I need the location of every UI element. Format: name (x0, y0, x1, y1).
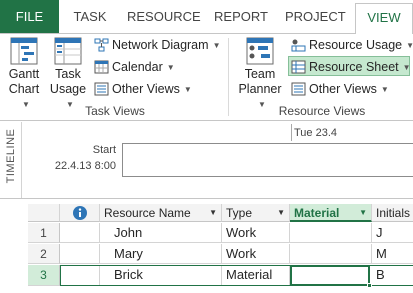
network-diagram-icon (94, 38, 109, 52)
cell-initials[interactable]: J (372, 223, 413, 243)
fill-handle[interactable] (367, 283, 372, 288)
resource-sheet-button[interactable]: Resource Sheet ▼ (288, 56, 411, 76)
timeline-side-label: TIMELINE (5, 128, 17, 184)
calendar-label: Calendar (112, 60, 163, 74)
task-usage-icon (54, 37, 82, 65)
tab-task[interactable]: TASK (70, 0, 110, 33)
group-separator (228, 38, 229, 116)
chevron-down-icon: ▼ (183, 85, 192, 94)
cell-material[interactable] (290, 223, 372, 243)
row-number[interactable]: 2 (28, 244, 60, 264)
network-diagram-label: Network Diagram (112, 38, 209, 52)
team-planner-label-1: Team (244, 67, 276, 81)
ribbon-tabbar: FILE TASK RESOURCE REPORT PROJECT VIEW (0, 0, 413, 34)
tab-report[interactable]: REPORT (212, 0, 270, 33)
tab-project[interactable]: PROJECT (285, 0, 346, 33)
row-number[interactable]: 1 (28, 223, 60, 243)
timeline-date-tick (291, 124, 292, 141)
resource-sheet-grid: Resource Name ▼ Type ▼ Material ▼ Initia… (0, 198, 413, 293)
filter-arrow-icon[interactable]: ▼ (209, 204, 217, 221)
cell-initials[interactable]: M (372, 244, 413, 264)
filter-arrow-icon[interactable]: ▼ (277, 204, 285, 221)
resource-other-views-button[interactable]: Other Views ▼ (289, 79, 389, 99)
cell-resource-name[interactable]: Brick (100, 265, 222, 286)
timeline-date-marker: Tue 23.4 (294, 127, 338, 139)
column-header-material-label: Material (294, 206, 340, 220)
ribbon-body: Gantt Chart▼ Task Usage▼ Network Diagram… (0, 33, 413, 121)
cell-resource-name[interactable]: John (100, 223, 222, 243)
cell-material[interactable] (290, 244, 372, 264)
task-usage-label-1: Task (55, 67, 81, 81)
timeline-start-date: 22.4.13 8:00 (54, 160, 116, 172)
column-header-resource-name-label: Resource Name (104, 206, 191, 220)
column-header-initials[interactable]: Initials (372, 204, 413, 222)
column-header-type[interactable]: Type ▼ (222, 204, 290, 222)
resource-sheet-label: Resource Sheet (309, 60, 399, 74)
gantt-chart-button[interactable]: Gantt Chart▼ (4, 37, 44, 112)
task-usage-button[interactable]: Task Usage▼ (48, 37, 88, 112)
chevron-down-icon: ▼ (380, 85, 389, 94)
resource-usage-button[interactable]: Resource Usage ▼ (289, 35, 413, 55)
cell-resource-name[interactable]: Mary (100, 244, 222, 264)
grid-corner-header (28, 204, 60, 222)
tab-file[interactable]: FILE (0, 0, 59, 33)
indicators-column-header[interactable] (60, 204, 100, 222)
column-header-material[interactable]: Material ▼ (290, 204, 372, 222)
cell-type[interactable]: Work (222, 223, 290, 243)
chevron-down-icon: ▼ (402, 63, 411, 72)
tab-resource[interactable]: RESOURCE (127, 0, 201, 33)
indicator-cell[interactable] (60, 265, 100, 286)
team-planner-button[interactable]: Team Planner▼ (236, 37, 284, 112)
network-diagram-button[interactable]: Network Diagram ▼ (92, 35, 220, 55)
row-number[interactable]: 3 (28, 265, 60, 286)
team-planner-icon (246, 37, 274, 65)
resource-usage-icon (291, 39, 306, 52)
chevron-down-icon: ▼ (406, 41, 413, 50)
filter-arrow-icon[interactable]: ▼ (359, 204, 367, 220)
cell-material-active[interactable] (290, 265, 370, 286)
timeline-bar[interactable] (122, 143, 413, 177)
task-other-views-button[interactable]: Other Views ▼ (92, 79, 192, 99)
indicator-cell[interactable] (60, 223, 100, 243)
resource-views-group-label: Resource Views (278, 104, 366, 118)
indicator-cell[interactable] (60, 244, 100, 264)
column-header-resource-name[interactable]: Resource Name ▼ (100, 204, 222, 222)
chevron-down-icon: ▼ (212, 41, 221, 50)
timeline-start-label: Start (92, 144, 116, 156)
cell-type[interactable]: Material (222, 265, 290, 286)
other-views-icon (291, 82, 306, 96)
column-header-type-label: Type (226, 206, 253, 220)
gantt-chart-label-2: Chart▼ (4, 82, 44, 112)
gantt-chart-label-1: Gantt (8, 67, 40, 81)
calendar-button[interactable]: Calendar ▼ (92, 57, 175, 77)
chevron-down-icon: ▼ (166, 63, 175, 72)
info-icon (72, 206, 87, 220)
resource-usage-label: Resource Usage (309, 38, 403, 52)
cell-type[interactable]: Work (222, 244, 290, 264)
tab-view[interactable]: VIEW (355, 3, 413, 34)
task-other-views-label: Other Views (112, 82, 180, 96)
gantt-chart-icon (10, 37, 38, 65)
column-header-initials-label: Initials (376, 206, 411, 220)
task-views-group-label: Task Views (85, 104, 145, 118)
timeline-pane[interactable]: TIMELINE Tue 23.4 Start 22.4.13 8:00 (0, 122, 413, 198)
cell-initials[interactable]: B (372, 265, 413, 286)
other-views-icon (94, 82, 109, 96)
calendar-icon (94, 60, 109, 74)
chevron-down-icon: ▼ (22, 100, 30, 109)
timeline-side-tab: TIMELINE (0, 122, 22, 198)
resource-other-views-label: Other Views (309, 82, 377, 96)
resource-sheet-icon (291, 60, 306, 74)
